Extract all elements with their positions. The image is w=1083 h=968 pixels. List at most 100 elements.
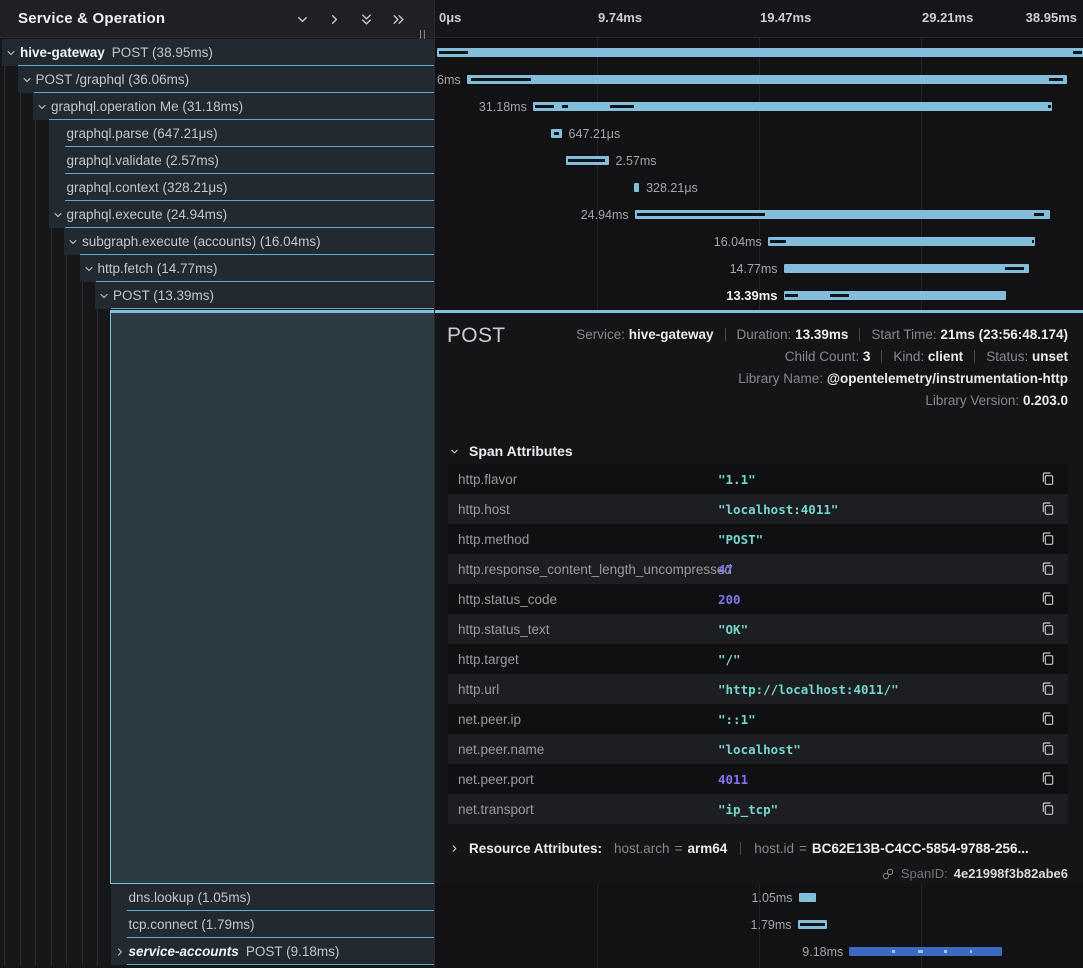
span-duration-bar[interactable] — [784, 264, 1030, 273]
expand-chevron-icon[interactable] — [67, 235, 79, 247]
span-operation-label: graphql.validate (2.57ms) — [67, 153, 219, 168]
span-timeline-row[interactable]: 2.57ms — [435, 147, 1083, 174]
copy-icon[interactable] — [1040, 621, 1056, 637]
span-tree-row[interactable]: graphql.context (328.21μs) — [0, 174, 434, 201]
span-timeline-row[interactable]: 31.18ms — [435, 93, 1083, 120]
library-name-value: @opentelemetry/instrumentation-http — [827, 371, 1068, 386]
tree-panel-header: Service & Operation || — [0, 0, 434, 38]
span-tree-row[interactable]: graphql.parse (647.21μs) — [0, 120, 434, 147]
selected-span-detail-spacer — [110, 310, 434, 884]
span-row-surface: graphql.operation Me (31.18ms) — [33, 93, 434, 120]
resource-attributes-row[interactable]: Resource Attributes: host.arch = arm64 h… — [449, 841, 1029, 856]
copy-icon[interactable] — [1040, 651, 1056, 667]
span-duration-bar[interactable] — [799, 893, 816, 902]
span-duration-bar[interactable] — [768, 237, 1035, 246]
span-row-surface: POST (13.39ms) — [95, 282, 434, 309]
span-timeline-row[interactable] — [435, 39, 1083, 66]
start-time-label: Start Time: — [871, 327, 936, 342]
copy-icon[interactable] — [1040, 501, 1056, 517]
span-duration-label: 14.77ms — [730, 255, 778, 282]
attribute-row: net.transport "ip_tcp" — [448, 794, 1068, 824]
attribute-value: "localhost" — [718, 742, 801, 757]
detail-span-meta: Service: hive-gatewayDuration: 13.39msSt… — [576, 324, 1068, 412]
copy-icon[interactable] — [1040, 591, 1056, 607]
span-duration-bar[interactable] — [798, 920, 828, 929]
copy-icon[interactable] — [1040, 711, 1056, 727]
collapse-all-double-chevron-down-icon[interactable] — [359, 12, 374, 27]
timeline-axis-header: 0μs 9.74ms 19.47ms 29.21ms 38.95ms — [435, 0, 1083, 38]
expand-chevron-icon[interactable] — [83, 262, 95, 274]
span-tree-panel: hive-gateway POST (38.95ms) POST /graphq… — [0, 0, 434, 968]
divider — [740, 842, 741, 855]
span-timeline-row[interactable]: 1.05ms — [435, 884, 1083, 911]
child-count-label: Child Count: — [785, 349, 859, 364]
span-tree-row[interactable]: service-accounts POST (9.18ms) — [0, 938, 434, 965]
span-timeline-row[interactable]: 647.21μs — [435, 120, 1083, 147]
span-duration-bar[interactable] — [635, 210, 1050, 219]
span-tree-row[interactable]: graphql.execute (24.94ms) — [0, 201, 434, 228]
span-row-text: POST (13.39ms) — [113, 282, 214, 308]
span-timeline-row[interactable]: 328.21μs — [435, 174, 1083, 201]
copy-icon[interactable] — [1040, 741, 1056, 757]
link-icon[interactable] — [881, 867, 895, 881]
copy-icon[interactable] — [1040, 681, 1056, 697]
span-tree-row[interactable]: hive-gateway POST (38.95ms) — [0, 39, 434, 66]
span-row-text: http.fetch (14.77ms) — [98, 255, 218, 281]
span-tree-row[interactable]: POST /graphql (36.06ms) — [0, 66, 434, 93]
span-duration-bar[interactable] — [566, 156, 609, 165]
span-tree-row[interactable]: graphql.validate (2.57ms) — [0, 147, 434, 174]
expand-chevron-icon[interactable] — [21, 73, 33, 85]
span-timeline-row[interactable]: 24.94ms — [435, 201, 1083, 228]
copy-icon[interactable] — [1040, 771, 1056, 787]
divider — [859, 328, 860, 341]
span-timeline-row[interactable]: 14.77ms — [435, 255, 1083, 282]
child-span-tick — [568, 159, 605, 162]
copy-icon[interactable] — [1040, 531, 1056, 547]
copy-icon[interactable] — [1040, 801, 1056, 817]
span-duration-bar[interactable] — [533, 102, 1052, 111]
expand-chevron-icon[interactable] — [36, 100, 48, 112]
expand-chevron-icon[interactable] — [98, 289, 110, 301]
span-timeline-row[interactable]: 1.79ms — [435, 911, 1083, 938]
expand-one-chevron-right-icon[interactable] — [327, 12, 342, 27]
expand-all-double-chevron-right-icon[interactable] — [391, 12, 406, 27]
attribute-value: 47 — [718, 562, 733, 577]
collapse-one-chevron-down-icon[interactable] — [295, 12, 310, 27]
attribute-key: net.peer.ip — [448, 712, 718, 727]
child-span-tick — [944, 950, 947, 953]
copy-icon[interactable] — [1040, 471, 1056, 487]
span-duration-bar[interactable] — [467, 75, 1067, 84]
attribute-row: http.host "localhost:4011" — [448, 494, 1068, 524]
span-timeline-row[interactable]: 13.39ms — [435, 282, 1083, 309]
resource-key: host.arch — [614, 841, 670, 856]
span-tree-row[interactable]: http.fetch (14.77ms) — [0, 255, 434, 282]
span-duration-label: 1.79ms — [751, 911, 792, 938]
library-name-label: Library Name: — [738, 371, 823, 386]
expand-chevron-icon[interactable] — [5, 46, 17, 58]
span-duration-bar[interactable] — [634, 183, 639, 192]
span-row-text: service-accounts POST (9.18ms) — [129, 938, 340, 964]
span-attributes-accordion[interactable]: Span Attributes — [449, 443, 573, 459]
span-timeline-row[interactable]: 16.04ms — [435, 228, 1083, 255]
child-span-tick — [554, 132, 559, 135]
span-tree-row[interactable]: graphql.operation Me (31.18ms) — [0, 93, 434, 120]
span-timeline-row[interactable]: 9.18ms — [435, 938, 1083, 965]
detail-span-title: POST — [447, 324, 505, 348]
span-duration-bar[interactable] — [784, 291, 1007, 300]
span-row-text: graphql.operation Me (31.18ms) — [51, 93, 243, 119]
span-tree-row[interactable]: POST (13.39ms) — [0, 282, 434, 309]
span-operation-label: http.fetch (14.77ms) — [98, 261, 218, 276]
copy-icon[interactable] — [1040, 561, 1056, 577]
span-tree-row[interactable]: tcp.connect (1.79ms) — [0, 911, 434, 938]
span-tree-row[interactable]: subgraph.execute (accounts) (16.04ms) — [0, 228, 434, 255]
span-duration-bar[interactable] — [551, 129, 562, 138]
span-duration-bar[interactable] — [437, 48, 1083, 57]
span-tree-row[interactable]: dns.lookup (1.05ms) — [0, 884, 434, 911]
span-timeline-row[interactable]: 6ms — [435, 66, 1083, 93]
expand-chevron-icon[interactable] — [52, 208, 64, 220]
attribute-value: 4011 — [718, 772, 748, 787]
span-row-text: graphql.parse (647.21μs) — [67, 120, 218, 146]
expand-chevron-icon[interactable] — [114, 945, 126, 957]
span-duration-bar[interactable] — [849, 947, 1002, 956]
attribute-key: http.host — [448, 502, 718, 517]
